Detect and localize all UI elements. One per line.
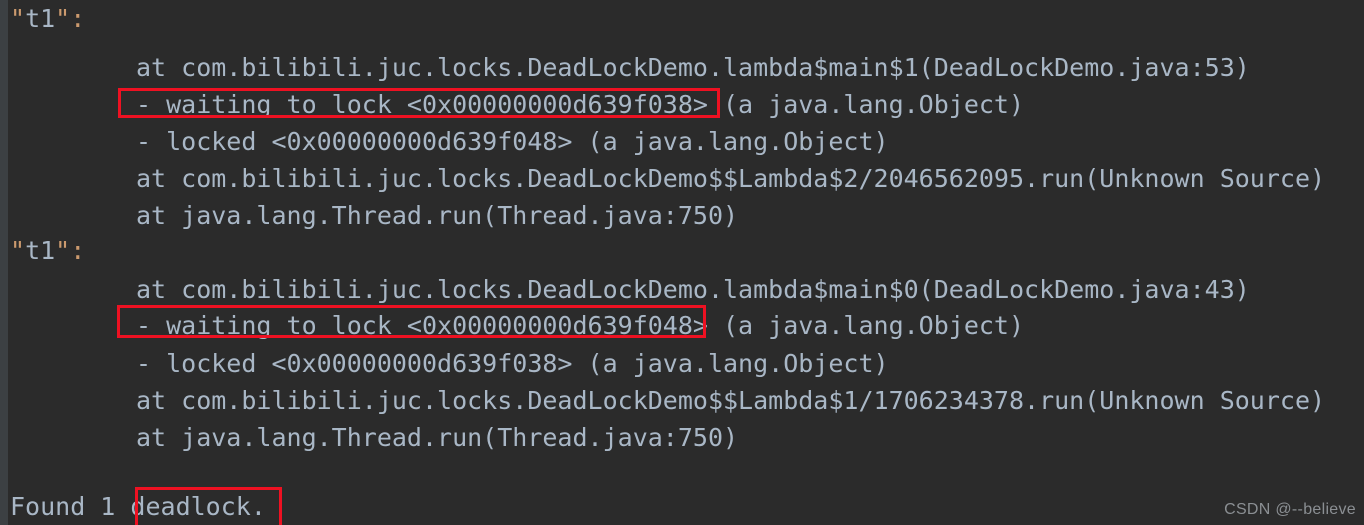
thread-name: t1 — [25, 236, 56, 265]
stack-frame-line: at com.bilibili.juc.locks.DeadLockDemo$$… — [136, 386, 1326, 415]
thread-name-line: "t1": — [0, 0, 85, 37]
thread-name-line: "t1": — [0, 232, 85, 269]
stack-frame-line: at com.bilibili.juc.locks.DeadLockDemo.l… — [136, 53, 1250, 82]
console-output-pane[interactable]: "t1": at com.bilibili.juc.locks.DeadLock… — [0, 0, 1364, 525]
quote-close-colon: ": — [55, 236, 86, 265]
quote-open: " — [10, 236, 26, 265]
quote-open: " — [10, 4, 26, 33]
stack-frame-line: at com.bilibili.juc.locks.DeadLockDemo$$… — [136, 164, 1326, 193]
lock-waiting-line: - waiting to lock <0x00000000d639f048> (… — [136, 311, 1025, 340]
thread-name: t1 — [25, 4, 56, 33]
console-line-list: "t1": at com.bilibili.juc.locks.DeadLock… — [0, 0, 1364, 525]
csdn-watermark: CSDN @--believe — [1224, 501, 1356, 518]
stack-frame-line: at java.lang.Thread.run(Thread.java:750) — [136, 201, 739, 230]
lock-held-line: - locked <0x00000000d639f048> (a java.la… — [136, 127, 889, 156]
quote-close-colon: ": — [55, 4, 86, 33]
stack-frame-line: at com.bilibili.juc.locks.DeadLockDemo.l… — [136, 275, 1250, 304]
lock-waiting-line: - waiting to lock <0x00000000d639f038> (… — [136, 90, 1025, 119]
stack-frame-line: at java.lang.Thread.run(Thread.java:750) — [136, 423, 739, 452]
lock-held-line: - locked <0x00000000d639f038> (a java.la… — [136, 349, 889, 378]
deadlock-summary-line: Found 1 deadlock. — [10, 492, 266, 521]
